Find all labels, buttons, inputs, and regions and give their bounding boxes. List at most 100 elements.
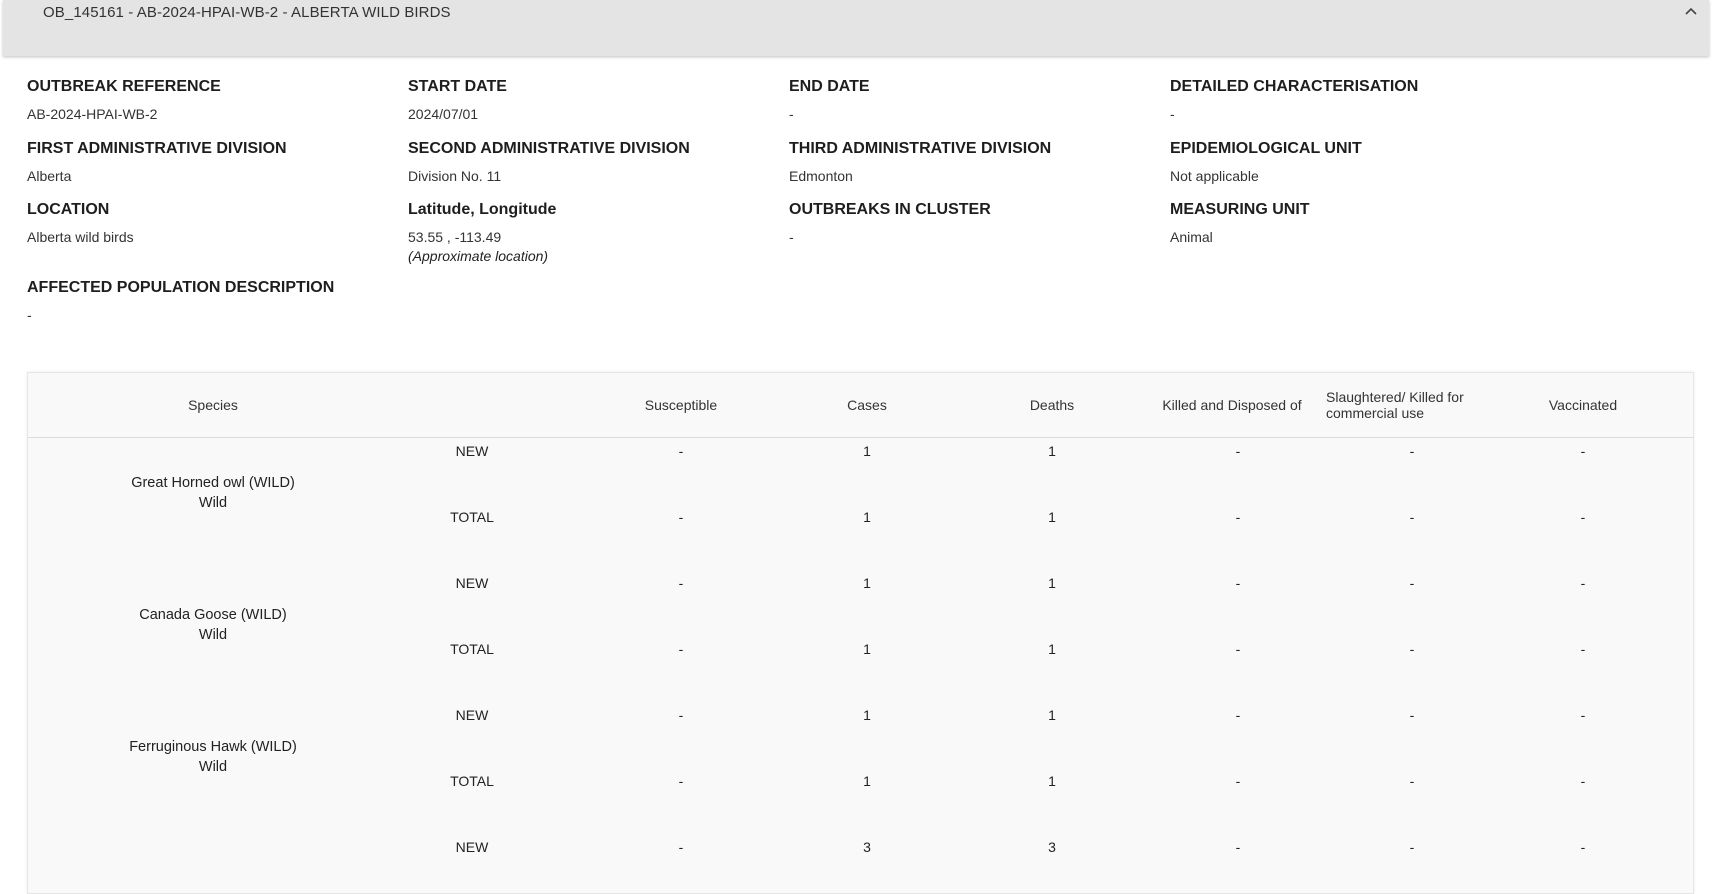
new-susceptible-cell: - (678, 443, 684, 459)
total-cases-cell: 1 (863, 509, 871, 525)
field-value: - (1170, 106, 1175, 122)
outbreak-details: OUTBREAK REFERENCE AB-2024-HPAI-WB-2 STA… (27, 78, 1707, 348)
total-susceptible-cell: - (678, 509, 684, 525)
header-deaths: Deaths (1029, 397, 1075, 413)
total-slaughtered-cell: - (1409, 773, 1415, 789)
new-killed-cell: - (1235, 707, 1241, 723)
measuring-unit-field: MEASURING UNIT Animal (1170, 201, 1570, 245)
new-label-cell: NEW (455, 839, 489, 855)
total-killed-cell: - (1235, 773, 1241, 789)
epidemiological-unit-field: EPIDEMIOLOGICAL UNIT Not applicable (1170, 140, 1570, 184)
total-cases-cell: 1 (863, 641, 871, 657)
approximate-location-note: (Approximate location) (408, 248, 549, 264)
species-name: Great Horned owl (WILD) (131, 475, 295, 491)
field-label: MEASURING UNIT (1170, 201, 1310, 218)
new-susceptible-cell: - (678, 575, 684, 591)
field-value: AB-2024-HPAI-WB-2 (27, 106, 158, 122)
total-susceptible-cell: - (678, 641, 684, 657)
field-value: - (789, 229, 794, 245)
new-slaughtered-cell: - (1409, 707, 1415, 723)
field-value: Animal (1170, 229, 1213, 245)
new-deaths-cell: 1 (1048, 575, 1056, 591)
field-label: OUTBREAKS IN CLUSTER (789, 201, 991, 218)
total-slaughtered-cell: - (1409, 509, 1415, 525)
field-label: FIRST ADMINISTRATIVE DIVISION (27, 140, 287, 157)
header-species: Species (188, 397, 238, 413)
total-deaths-cell: 1 (1048, 641, 1056, 657)
species-name: Canada Goose (WILD) (139, 607, 287, 623)
new-cases-cell: 1 (863, 443, 871, 459)
new-cases-cell: 1 (863, 707, 871, 723)
field-label: SECOND ADMINISTRATIVE DIVISION (408, 140, 690, 157)
header-vaccinated: Vaccinated (1548, 397, 1618, 413)
first-admin-division-field: FIRST ADMINISTRATIVE DIVISION Alberta (27, 140, 427, 184)
total-susceptible-cell: - (678, 773, 684, 789)
end-date-field: END DATE - (789, 78, 1189, 122)
new-deaths-cell: 1 (1048, 707, 1056, 723)
total-vaccinated-cell: - (1580, 509, 1586, 525)
second-admin-division-field: SECOND ADMINISTRATIVE DIVISION Division … (408, 140, 808, 184)
new-vaccinated-cell: - (1580, 839, 1586, 855)
detailed-characterisation-field: DETAILED CHARACTERISATION - (1170, 78, 1570, 122)
species-name-cell: Canada Goose (WILD) Wild (28, 605, 398, 645)
outbreaks-in-cluster-field: OUTBREAKS IN CLUSTER - (789, 201, 1189, 245)
new-killed-cell: - (1235, 443, 1241, 459)
field-label: END DATE (789, 78, 870, 95)
new-killed-cell: - (1235, 575, 1241, 591)
total-label-cell: TOTAL (450, 773, 494, 789)
total-label-cell: TOTAL (450, 641, 494, 657)
chevron-up-icon-svg (1685, 7, 1697, 15)
total-vaccinated-cell: - (1580, 641, 1586, 657)
panel-title: OB_145161 - AB-2024-HPAI-WB-2 - ALBERTA … (43, 4, 451, 21)
field-value: Not applicable (1170, 168, 1259, 184)
new-killed-cell: - (1235, 839, 1241, 855)
affected-population-field: AFFECTED POPULATION DESCRIPTION - (27, 279, 427, 323)
field-value: - (27, 307, 32, 323)
field-label: EPIDEMIOLOGICAL UNIT (1170, 140, 1362, 157)
new-vaccinated-cell: - (1580, 707, 1586, 723)
new-deaths-cell: 3 (1048, 839, 1056, 855)
new-susceptible-cell: - (678, 707, 684, 723)
header-cases: Cases (847, 397, 887, 413)
field-label: DETAILED CHARACTERISATION (1170, 78, 1419, 95)
total-deaths-cell: 1 (1048, 509, 1056, 525)
new-label-cell: NEW (455, 707, 489, 723)
field-label: Latitude, Longitude (408, 201, 557, 218)
header-susceptible: Susceptible (644, 397, 718, 413)
third-admin-division-field: THIRD ADMINISTRATIVE DIVISION Edmonton (789, 140, 1189, 184)
total-killed-cell: - (1235, 509, 1241, 525)
lat-long-field: Latitude, Longitude 53.55 , -113.49 (App… (408, 201, 808, 264)
table-header: Species Susceptible Cases Deaths Killed … (28, 373, 1693, 438)
field-label: LOCATION (27, 201, 110, 218)
total-cases-cell: 1 (863, 773, 871, 789)
outbreak-reference-field: OUTBREAK REFERENCE AB-2024-HPAI-WB-2 (27, 78, 427, 122)
field-label: OUTBREAK REFERENCE (27, 78, 221, 95)
outbreak-panel: OB_145161 - AB-2024-HPAI-WB-2 - ALBERTA … (3, 0, 1709, 894)
field-value: 53.55 , -113.49 (408, 229, 502, 245)
species-kind: Wild (198, 627, 228, 643)
new-cases-cell: 1 (863, 575, 871, 591)
panel-header[interactable]: OB_145161 - AB-2024-HPAI-WB-2 - ALBERTA … (3, 0, 1709, 56)
new-label-cell: NEW (455, 575, 489, 591)
new-susceptible-cell: - (678, 839, 684, 855)
field-label: THIRD ADMINISTRATIVE DIVISION (789, 140, 1052, 157)
species-name-cell: Great Horned owl (WILD) Wild (28, 473, 398, 513)
start-date-field: START DATE 2024/07/01 (408, 78, 808, 122)
location-field: LOCATION Alberta wild birds (27, 201, 427, 245)
field-value: Alberta wild birds (27, 229, 134, 245)
total-vaccinated-cell: - (1580, 773, 1586, 789)
field-value: - (789, 106, 794, 122)
species-table: Species Susceptible Cases Deaths Killed … (27, 372, 1694, 894)
field-value: 2024/07/01 (408, 106, 479, 122)
new-deaths-cell: 1 (1048, 443, 1056, 459)
field-value: Alberta (27, 168, 72, 184)
header-killed: Killed and Disposed of (1162, 397, 1302, 413)
field-label: AFFECTED POPULATION DESCRIPTION (27, 279, 335, 296)
chevron-up-icon[interactable] (1679, 0, 1703, 24)
new-cases-cell: 3 (863, 839, 871, 855)
new-slaughtered-cell: - (1409, 839, 1415, 855)
species-kind: Wild (198, 759, 228, 775)
new-vaccinated-cell: - (1580, 575, 1586, 591)
new-slaughtered-cell: - (1409, 575, 1415, 591)
total-slaughtered-cell: - (1409, 641, 1415, 657)
